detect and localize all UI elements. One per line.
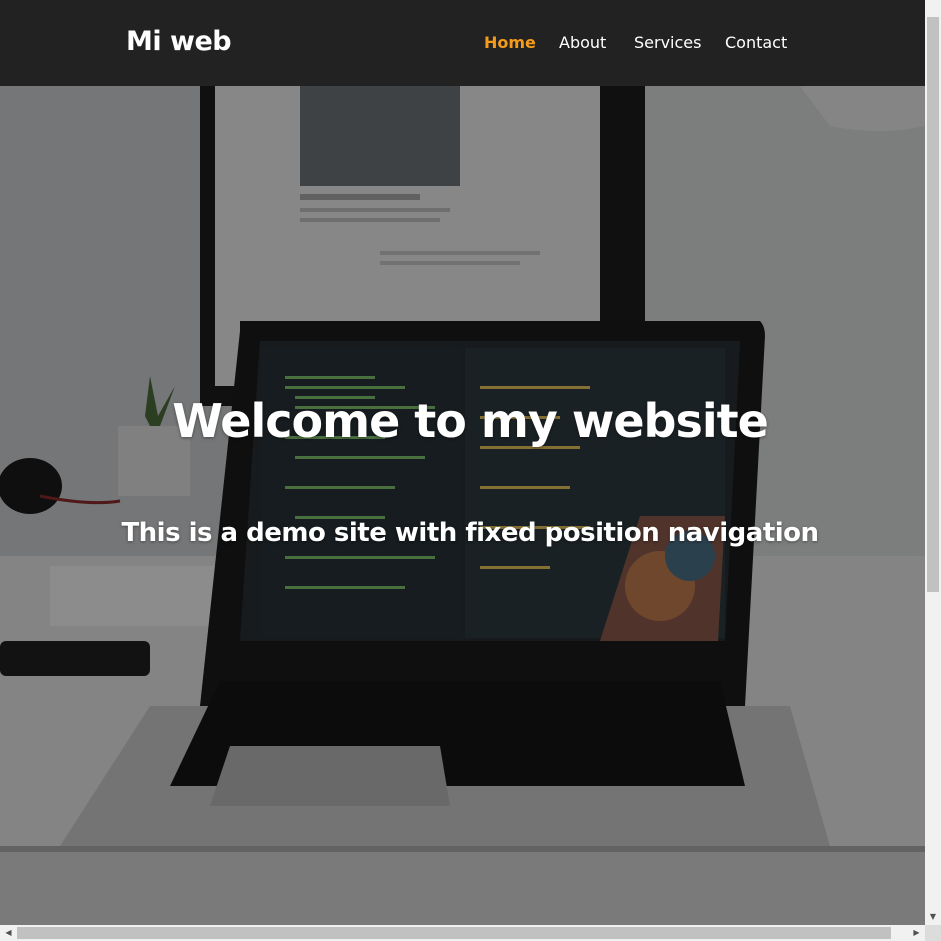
nav-link-contact[interactable]: Contact <box>725 33 787 52</box>
nav-link-about[interactable]: About <box>559 33 606 52</box>
nav-link-home[interactable]: Home <box>484 33 536 52</box>
hero-dark-overlay <box>0 86 925 925</box>
hero-title: Welcome to my website <box>172 394 769 448</box>
vertical-scrollbar-thumb[interactable] <box>927 17 939 592</box>
arrow-down-icon[interactable]: ▼ <box>925 908 941 925</box>
nav-links: Home About Services Contact <box>0 33 925 57</box>
top-navbar: Mi web Home About Services Contact <box>0 0 925 86</box>
hero-subtitle: This is a demo site with fixed position … <box>121 518 819 548</box>
nav-link-services[interactable]: Services <box>634 33 701 52</box>
arrow-right-icon[interactable]: ▶ <box>908 925 925 941</box>
page-viewport: Welcome to my website This is a demo sit… <box>0 0 925 925</box>
horizontal-scrollbar-thumb[interactable] <box>17 927 891 939</box>
hero-section: Welcome to my website This is a demo sit… <box>0 86 925 925</box>
arrow-left-icon[interactable]: ◀ <box>0 925 17 941</box>
scrollbar-corner <box>925 925 941 941</box>
horizontal-scrollbar[interactable]: ◀ ▶ <box>0 925 925 941</box>
vertical-scrollbar[interactable]: ▼ <box>925 0 941 925</box>
